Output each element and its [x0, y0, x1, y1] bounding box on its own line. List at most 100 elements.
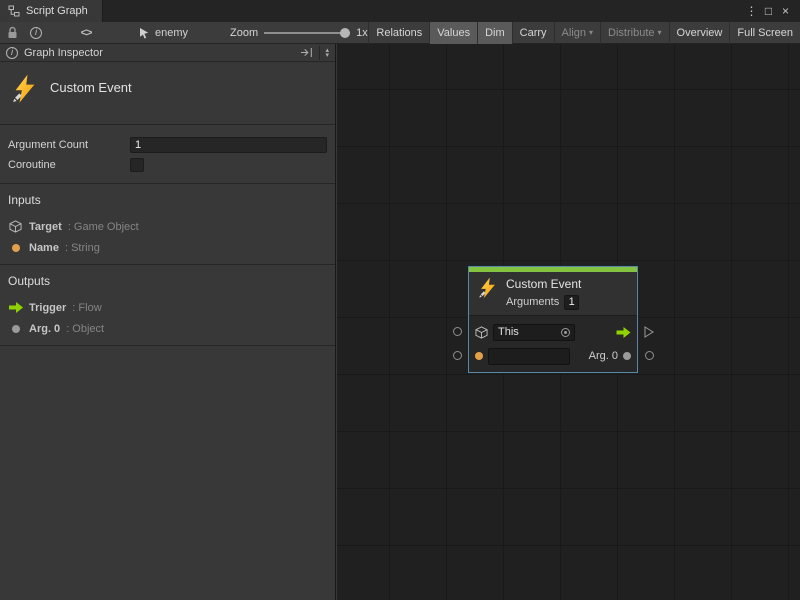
arguments-count-box: 1: [564, 295, 579, 310]
toolbar-button-align[interactable]: Align ▾: [554, 22, 600, 44]
flow-arrow-icon: [8, 302, 23, 313]
coroutine-checkbox[interactable]: [130, 158, 144, 172]
unity-script-graph-window: Script Graph ⋮ □ × i <> enemy Z: [0, 0, 800, 600]
code-view-button[interactable]: <>: [74, 22, 98, 44]
close-button[interactable]: ×: [777, 4, 794, 18]
port-name: Arg. 0: [29, 323, 60, 335]
node-body: This Arg. 0: [469, 315, 637, 372]
node-row-target: This: [475, 321, 631, 343]
button-label: Distribute: [608, 27, 654, 39]
button-label: Relations: [376, 27, 422, 39]
arguments-label: Arguments: [506, 296, 559, 308]
zoom-value: 1x: [356, 27, 368, 39]
left-connector-row2[interactable]: [453, 351, 462, 360]
game-object-cube-icon: [475, 326, 488, 339]
code-icon: <>: [81, 27, 92, 39]
zoom-slider-handle[interactable]: [340, 28, 350, 38]
tab-label: Script Graph: [26, 5, 88, 17]
info-icon: i: [30, 27, 42, 39]
zoom-control: Zoom 1x: [230, 27, 368, 39]
toolbar-button-group: Relations Values Dim Carry Align ▾ Distr…: [368, 22, 800, 44]
inputs-section: Inputs Target : Game Object Name : Strin…: [0, 184, 335, 265]
unit-settings: Argument Count Coroutine: [0, 125, 335, 184]
graph-inspector-panel: i Graph Inspector ▴ ▾: [0, 44, 336, 600]
button-label: Dim: [485, 27, 505, 39]
info-button[interactable]: i: [24, 22, 48, 44]
port-row-trigger: Trigger : Flow: [8, 297, 327, 318]
unit-header: Custom Event: [0, 62, 335, 125]
panel-scrubber[interactable]: ▴ ▾: [319, 46, 329, 60]
button-label: Values: [437, 27, 470, 39]
target-name: enemy: [155, 27, 188, 39]
outputs-title: Outputs: [8, 274, 327, 288]
argument-count-row: Argument Count: [8, 135, 327, 155]
zoom-slider[interactable]: [264, 27, 350, 39]
inspector-header-controls: ▴ ▾: [300, 46, 329, 60]
zoom-slider-track: [264, 32, 350, 34]
dropdown-caret-icon: ▾: [658, 29, 662, 37]
port-type: : Flow: [72, 302, 101, 314]
zoom-label: Zoom: [230, 27, 258, 39]
graph-canvas[interactable]: Custom Event Arguments 1 This: [337, 44, 800, 600]
object-picker-icon[interactable]: [561, 328, 570, 337]
coroutine-row: Coroutine: [8, 155, 327, 175]
argument-count-input[interactable]: [130, 137, 327, 153]
node-custom-event[interactable]: Custom Event Arguments 1 This: [468, 266, 638, 373]
toolbar-button-relations[interactable]: Relations: [368, 22, 429, 44]
window-menu-button[interactable]: ⋮: [743, 4, 760, 18]
button-label: Carry: [520, 27, 547, 39]
toolbar-button-fullscreen[interactable]: Full Screen: [729, 22, 800, 44]
button-label: Align: [562, 27, 586, 39]
right-connector-row2[interactable]: [645, 351, 654, 360]
arg0-label: Arg. 0: [589, 350, 618, 362]
target-breadcrumb[interactable]: enemy: [138, 27, 188, 39]
coroutine-label: Coroutine: [8, 159, 130, 171]
event-name-input[interactable]: [488, 348, 570, 365]
outputs-section: Outputs Trigger : Flow Arg. 0 : Object: [0, 265, 335, 346]
port-row-target: Target : Game Object: [8, 216, 327, 237]
node-header-text: Custom Event Arguments 1: [506, 277, 581, 310]
button-label: Full Screen: [737, 27, 793, 39]
port-name: Name: [29, 242, 59, 254]
custom-event-icon: [477, 277, 499, 299]
node-header[interactable]: Custom Event Arguments 1: [469, 272, 637, 315]
maximize-button[interactable]: □: [760, 4, 777, 18]
left-connector-row1[interactable]: [453, 327, 462, 336]
unit-title: Custom Event: [50, 80, 132, 104]
port-type: : String: [65, 242, 100, 254]
port-type: : Object: [66, 323, 104, 335]
this-object-dropdown[interactable]: This: [493, 324, 575, 341]
string-port-icon: [8, 244, 23, 252]
name-input-port[interactable]: [475, 352, 483, 360]
node-row-name: Arg. 0: [475, 345, 631, 367]
inputs-title: Inputs: [8, 193, 327, 207]
toolbar-button-carry[interactable]: Carry: [512, 22, 554, 44]
port-name: Target: [29, 221, 62, 233]
node-arguments-row: Arguments 1: [506, 294, 581, 310]
port-row-name: Name : String: [8, 237, 327, 258]
toolbar-button-overview[interactable]: Overview: [669, 22, 730, 44]
game-object-cube-icon: [8, 220, 23, 233]
custom-event-icon: [10, 74, 40, 104]
trigger-output-port[interactable]: [616, 327, 631, 338]
arg0-output-port[interactable]: [623, 352, 631, 360]
inspector-header: i Graph Inspector ▴ ▾: [0, 44, 335, 62]
titlebar: Script Graph ⋮ □ ×: [0, 0, 800, 22]
toolbar-button-values[interactable]: Values: [429, 22, 477, 44]
inspector-title: Graph Inspector: [24, 47, 103, 59]
dropdown-caret-icon: ▾: [589, 29, 593, 37]
window-controls: ⋮ □ ×: [743, 0, 800, 22]
right-flow-connector[interactable]: [644, 326, 654, 338]
scrub-down-icon: ▾: [325, 53, 329, 58]
this-value: This: [498, 326, 519, 338]
info-icon: i: [6, 47, 18, 59]
dock-panel-icon[interactable]: [300, 47, 313, 58]
button-label: Overview: [677, 27, 723, 39]
object-port-icon: [8, 325, 23, 333]
lock-button[interactable]: [0, 22, 24, 44]
tab-script-graph[interactable]: Script Graph: [0, 0, 103, 22]
toolbar: i <> enemy Zoom 1x Relations Values: [0, 22, 800, 44]
toolbar-button-distribute[interactable]: Distribute ▾: [600, 22, 668, 44]
script-graph-icon: [8, 5, 20, 17]
toolbar-button-dim[interactable]: Dim: [477, 22, 512, 44]
